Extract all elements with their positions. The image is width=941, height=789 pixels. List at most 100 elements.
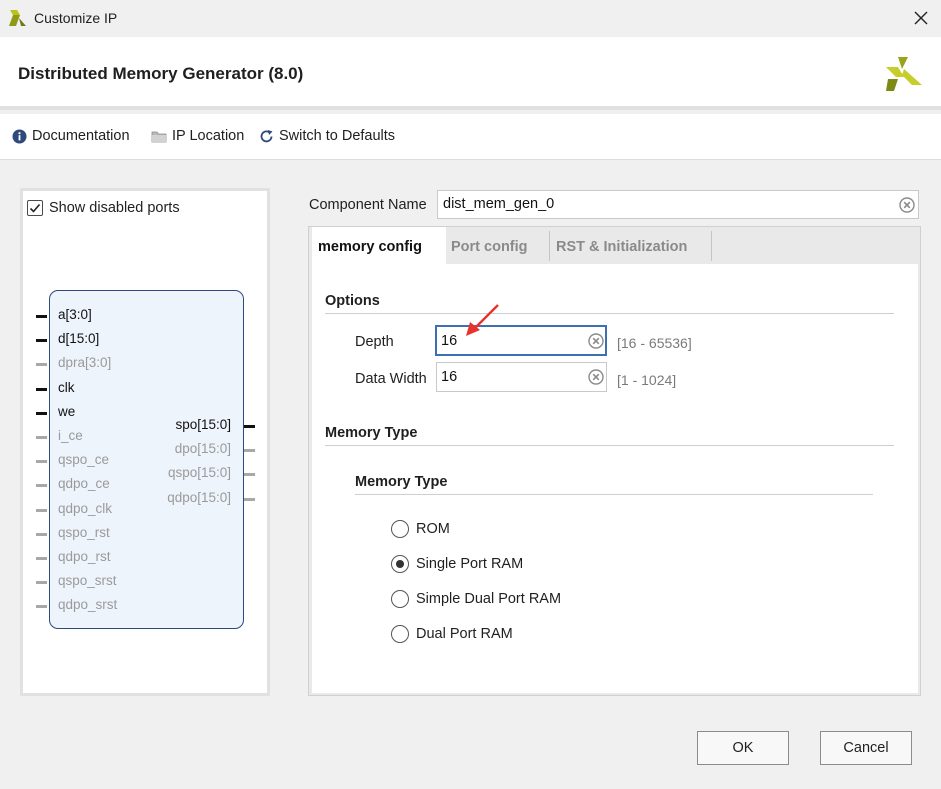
depth-label: Depth (355, 334, 394, 350)
output-pin (244, 498, 255, 501)
section-divider (325, 313, 894, 314)
annotation-arrow-icon (466, 304, 499, 336)
clear-icon[interactable] (588, 369, 604, 385)
cancel-button[interactable]: Cancel (820, 731, 912, 765)
memory-type-option[interactable]: Dual Port RAM (391, 625, 513, 643)
radio-icon[interactable] (391, 520, 409, 538)
input-port-label: a[3:0] (58, 307, 92, 322)
input-port-label: d[15:0] (58, 331, 100, 346)
input-port-label: dpra[3:0] (58, 355, 112, 370)
tab-separator (549, 231, 550, 261)
close-icon (914, 11, 928, 25)
depth-input[interactable] (441, 333, 571, 349)
input-pin (36, 557, 47, 560)
input-pin (36, 412, 47, 415)
tab-separator (711, 231, 712, 261)
output-port-label: spo[15:0] (175, 417, 231, 432)
depth-field[interactable] (435, 325, 607, 356)
input-port-label: qdpo_rst (58, 549, 111, 564)
xilinx-logo-icon (886, 57, 922, 91)
memory-type-label: Simple Dual Port RAM (416, 591, 562, 607)
window-title: Customize IP (34, 10, 118, 26)
input-pin (36, 339, 47, 342)
memory-type-label: Single Port RAM (416, 556, 524, 572)
output-pin (244, 425, 255, 428)
data-width-input[interactable] (441, 369, 571, 385)
input-pin (36, 388, 47, 391)
memory-type-option[interactable]: ROM (391, 520, 450, 538)
input-port-label: clk (58, 380, 75, 395)
documentation-button[interactable]: Documentation (12, 128, 130, 144)
checkmark-icon (29, 203, 41, 213)
input-port-label: qdpo_ce (58, 476, 110, 491)
output-pin (244, 473, 255, 476)
input-port-label: we (58, 404, 76, 419)
input-port-label: qspo_ce (58, 452, 110, 467)
memory-type-label: Dual Port RAM (416, 626, 513, 642)
input-port-label: qspo_rst (58, 525, 110, 540)
output-port-label: dpo[15:0] (174, 441, 231, 456)
radio-icon[interactable] (391, 625, 409, 643)
close-button[interactable] (905, 4, 937, 32)
options-title: Options (325, 293, 380, 309)
input-pin (36, 460, 47, 463)
data-width-range-hint: [1 - 1024] (617, 372, 677, 388)
section-divider (325, 445, 894, 446)
radio-icon[interactable] (391, 590, 409, 608)
input-pin (36, 605, 47, 608)
input-pin (36, 484, 47, 487)
tab-port-config[interactable]: Port config (446, 227, 549, 264)
switch-to-defaults-label: Switch to Defaults (279, 128, 396, 144)
input-port-label: i_ce (58, 428, 83, 443)
output-pin (244, 449, 255, 452)
tab-memory-config[interactable]: memory config (312, 227, 446, 264)
folder-icon (151, 131, 167, 142)
memory-type-option[interactable]: Single Port RAM (391, 555, 523, 573)
ip-title: Distributed Memory Generator (8.0) (18, 64, 304, 83)
component-name-label: Component Name (309, 197, 427, 213)
group-divider (355, 494, 873, 495)
checkbox-box[interactable] (27, 200, 43, 216)
radio-selected-icon[interactable] (391, 555, 409, 573)
input-pin (36, 436, 47, 439)
component-name-input[interactable] (443, 196, 883, 212)
input-pin (36, 509, 47, 512)
input-pin (36, 315, 47, 318)
input-port-label: qdpo_clk (58, 501, 113, 516)
show-disabled-ports-checkbox[interactable]: Show disabled ports (27, 200, 180, 216)
data-width-label: Data Width (355, 371, 427, 387)
output-port-label: qspo[15:0] (167, 465, 231, 480)
tab-rst-initialization[interactable]: RST & Initialization (551, 227, 711, 264)
memory-type-group-title: Memory Type (355, 474, 448, 490)
input-pin (36, 533, 47, 536)
component-name-field[interactable] (437, 190, 919, 219)
switch-to-defaults-button[interactable]: Switch to Defaults (259, 128, 395, 144)
vivado-logo-icon (9, 10, 26, 26)
info-icon (12, 129, 27, 143)
depth-range-hint: [16 - 65536] (617, 335, 692, 351)
toolbar: Documentation IP Location Switch to Defa… (0, 114, 941, 160)
ip-location-label: IP Location (172, 128, 245, 144)
input-pin (36, 363, 47, 366)
memory-config-panel: Options Depth [16 - 65536] Data Width [1… (312, 264, 918, 693)
refresh-icon (260, 129, 273, 142)
memory-type-section-title: Memory Type (325, 425, 418, 441)
memory-type-label: ROM (416, 521, 450, 537)
memory-type-option[interactable]: Simple Dual Port RAM (391, 590, 561, 608)
documentation-label: Documentation (32, 128, 130, 144)
radio-dot (396, 560, 404, 568)
input-port-label: qdpo_srst (58, 597, 118, 612)
clear-icon[interactable] (899, 197, 915, 213)
ok-button[interactable]: OK (697, 731, 789, 765)
ip-location-button[interactable]: IP Location (151, 128, 244, 144)
ip-symbol-panel: Show disabled ports a[3:0] d[15:0] dpra[3:… (20, 188, 270, 696)
config-tabs: memory config Port config RST & Initiali… (308, 226, 921, 696)
title-bar: Customize IP (0, 0, 941, 37)
input-port-label: qspo_srst (58, 573, 117, 588)
input-pin (36, 581, 47, 584)
data-width-field[interactable] (436, 362, 607, 392)
dialog-header: Distributed Memory Generator (8.0) (0, 37, 941, 110)
output-port-label: qdpo[15:0] (167, 490, 231, 505)
show-disabled-ports-label: Show disabled ports (49, 200, 180, 216)
clear-icon[interactable] (588, 333, 604, 349)
